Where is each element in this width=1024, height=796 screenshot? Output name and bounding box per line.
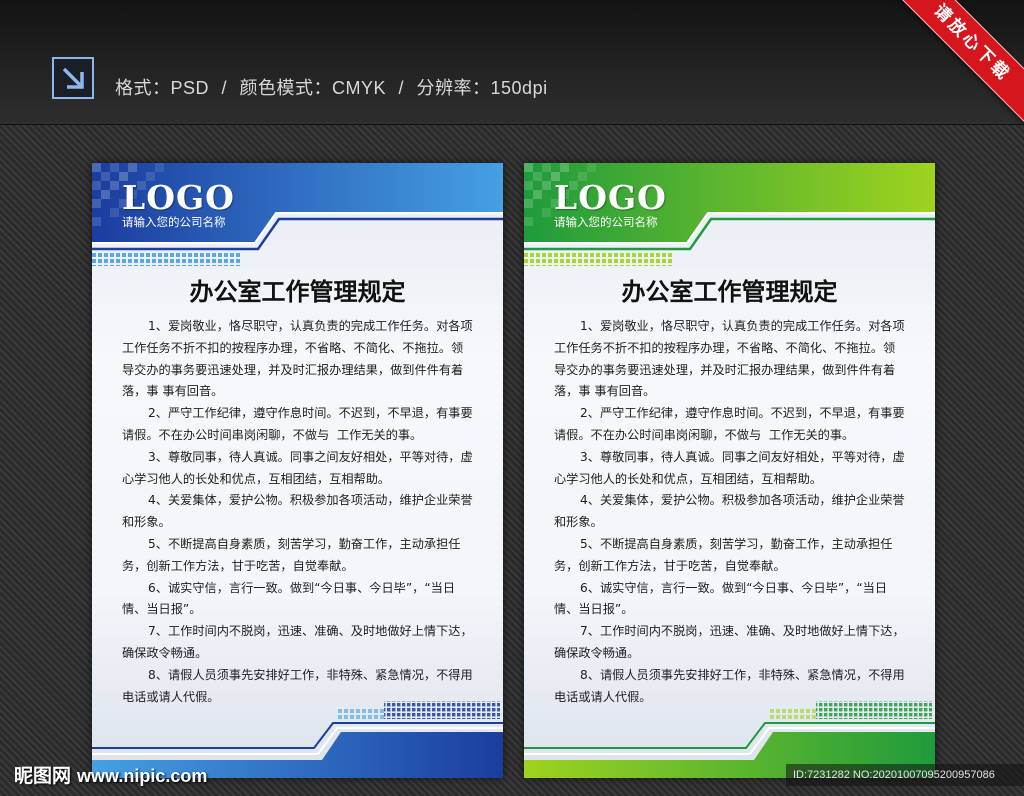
rule-line: 6、诚实守信，言行一致。做到“今日事、今日毕”，“当日 [148,580,456,595]
rule-item-6: 6、诚实守信，言行一致。做到“今日事、今日毕”，“当日情、当日报”。 [554,578,910,622]
rule-item-1: 1、爱岗敬业，恪尽职守，认真负责的完成工作任务。对各项工作任务不折不扣的按程序办… [554,316,910,403]
watermark-url: www.nipic.com [77,766,208,786]
rule-line: 心学习他人的长处和优点，互相团结，互相帮助。 [554,471,823,486]
rule-line: 务，创新工作方法，甘于吃苦，自觉奉献。 [122,558,354,573]
rule-item-5: 5、不断提高自身素质，刻苦学习，勤奋工作，主动承担任务，创新工作方法，甘于吃苦，… [554,534,910,578]
rule-line: 3、尊敬同事，待人真诚。同事之间友好相处，平等对待，虚 [148,449,473,464]
rule-line: 情、当日报”。 [554,602,634,617]
rule-item-1: 1、爱岗敬业，恪尽职守，认真负责的完成工作任务。对各项工作任务不折不扣的按程序办… [122,316,478,403]
header-dot-strip [524,253,674,266]
file-format-info: 格式：PSD / 颜色模式：CMYK / 分辨率：150dpi [115,78,548,98]
company-name: 请输入您的公司名称 [122,215,226,229]
rule-line: 8、请假人员须事先安排好工作，非特殊、紧急情况，不得用 [580,667,905,682]
rule-item-8: 8、请假人员须事先安排好工作，非特殊、紧急情况，不得用电话或请人代假。 [554,665,910,709]
poster-green: LOGO 请输入您的公司名称 办公室工作管理规定 1、爱岗敬业，恪尽职守，认真负… [524,163,935,778]
rule-line: 5、不断提高自身素质，刻苦学习，勤奋工作，主动承担任 [580,536,893,551]
rule-line: 5、不断提高自身素质，刻苦学习，勤奋工作，主动承担任 [148,536,461,551]
rule-line: 电话或请人代假。 [122,689,220,704]
rule-line: 情、当日报”。 [122,602,202,617]
rule-line: 2、严守工作纪律，遵守作息时间。不迟到，不早退，有事要 [580,406,905,421]
rule-line: 1、爱岗敬业，恪尽职守，认真负责的完成工作任务。对各项 [580,319,905,333]
rule-line: 工作任务不折不扣的按程序办理，不省略、不简化、不拖拉。领 [122,340,464,355]
rule-item-7: 7、工作时间内不脱岗，迅速、准确、及时地做好上情下达， 确保政令畅通。 [554,621,910,665]
download-ribbon-corner: 请放心下载 [894,0,1024,130]
info-header-bar: 格式：PSD / 颜色模式：CMYK / 分辨率：150dpi [0,0,1024,125]
rule-line: 7、工作时间内不脱岗，迅速、准确、及时地做好上情下达， [148,624,473,639]
rule-line: 2、严守工作纪律，遵守作息时间。不迟到，不早退，有事要 [148,406,473,421]
rules-list: 1、爱岗敬业，恪尽职守，认真负责的完成工作任务。对各项工作任务不折不扣的按程序办… [122,316,478,708]
rule-line: 6、诚实守信，言行一致。做到“今日事、今日毕”，“当日 [580,580,888,595]
poster-logo: LOGO [122,178,235,217]
rule-item-3: 3、尊敬同事，待人真诚。同事之间友好相处，平等对待，虚心学习他人的长处和优点，互… [554,447,910,491]
rule-line: 请假。不在办公时间串岗闲聊，不做与 工作无关的事。 [554,427,855,442]
rule-line: 落，事 事有回音。 [554,384,656,399]
download-ribbon[interactable]: 请放心下载 [894,0,1024,124]
rule-line: 落，事 事有回音。 [122,384,224,399]
poster-title: 办公室工作管理规定 [621,277,838,306]
rule-item-4: 4、关爱集体，爱护公物。积极参加各项活动，维护企业荣誉和形象。 [122,490,478,534]
rule-item-8: 8、请假人员须事先安排好工作，非特殊、紧急情况，不得用电话或请人代假。 [122,665,478,709]
rule-item-7: 7、工作时间内不脱岗，迅速、准确、及时地做好上情下达， 确保政令畅通。 [122,621,478,665]
rule-item-6: 6、诚实守信，言行一致。做到“今日事、今日毕”，“当日情、当日报”。 [122,578,478,622]
rule-line: 3、尊敬同事，待人真诚。同事之间友好相处，平等对待，虚 [580,449,905,464]
poster-title: 办公室工作管理规定 [189,277,406,306]
arrow-down-right-icon [52,57,94,99]
rule-item-2: 2、严守工作纪律，遵守作息时间。不迟到，不早退，有事要请假。不在办公时间串岗闲聊… [122,403,478,447]
rule-line: 导交办的事务要迅速处理，并及时汇报办理结果，做到件件有着 [554,362,896,377]
poster-blue: LOGO 请输入您的公司名称 办公室工作管理规定 1、爱岗敬业，恪尽职守，认真负… [92,163,503,778]
rule-line: 和形象。 [122,515,171,530]
watermark-site-name: 昵图网 [14,765,72,787]
rule-line: 请假。不在办公时间串岗闲聊，不做与 工作无关的事。 [122,427,423,442]
header-dot-strip [92,253,242,266]
rule-line: 心学习他人的长处和优点，互相团结，互相帮助。 [122,471,391,486]
poster-logo: LOGO [554,178,667,217]
rule-line: 8、请假人员须事先安排好工作，非特殊、紧急情况，不得用 [148,667,473,682]
footer-dot-strip-light [338,709,384,719]
site-watermark: 昵图网 www.nipic.com [14,763,207,789]
company-name: 请输入您的公司名称 [554,215,658,229]
image-id-label: ID:7231282 NO:20201007095200957086 [793,769,995,781]
rule-line: 导交办的事务要迅速处理，并及时汇报办理结果，做到件件有着 [122,362,464,377]
rule-line: 工作任务不折不扣的按程序办理，不省略、不简化、不拖拉。领 [554,340,896,355]
rule-line: 4、关爱集体，爱护公物。积极参加各项活动，维护企业荣誉 [148,493,473,508]
rule-line: 确保政令畅通。 [554,645,640,660]
rule-item-2: 2、严守工作纪律，遵守作息时间。不迟到，不早退，有事要请假。不在办公时间串岗闲聊… [554,403,910,447]
rule-item-3: 3、尊敬同事，待人真诚。同事之间友好相处，平等对待，虚心学习他人的长处和优点，互… [122,447,478,491]
preview-canvas: 格式：PSD / 颜色模式：CMYK / 分辨率：150dpi 请放心下载 LO… [0,0,1024,796]
footer-dot-strip-light [770,709,816,719]
rule-item-4: 4、关爱集体，爱护公物。积极参加各项活动，维护企业荣誉和形象。 [554,490,910,534]
rule-item-5: 5、不断提高自身素质，刻苦学习，勤奋工作，主动承担任务，创新工作方法，甘于吃苦，… [122,534,478,578]
rule-line: 务，创新工作方法，甘于吃苦，自觉奉献。 [554,558,786,573]
rule-line: 和形象。 [554,515,603,530]
rule-line: 确保政令畅通。 [122,645,208,660]
rule-line: 1、爱岗敬业，恪尽职守，认真负责的完成工作任务。对各项 [148,319,473,333]
rule-line: 7、工作时间内不脱岗，迅速、准确、及时地做好上情下达， [580,624,905,639]
rule-line: 电话或请人代假。 [554,689,652,704]
rule-line: 4、关爱集体，爱护公物。积极参加各项活动，维护企业荣誉 [580,493,905,508]
rules-list: 1、爱岗敬业，恪尽职守，认真负责的完成工作任务。对各项工作任务不折不扣的按程序办… [554,316,910,708]
